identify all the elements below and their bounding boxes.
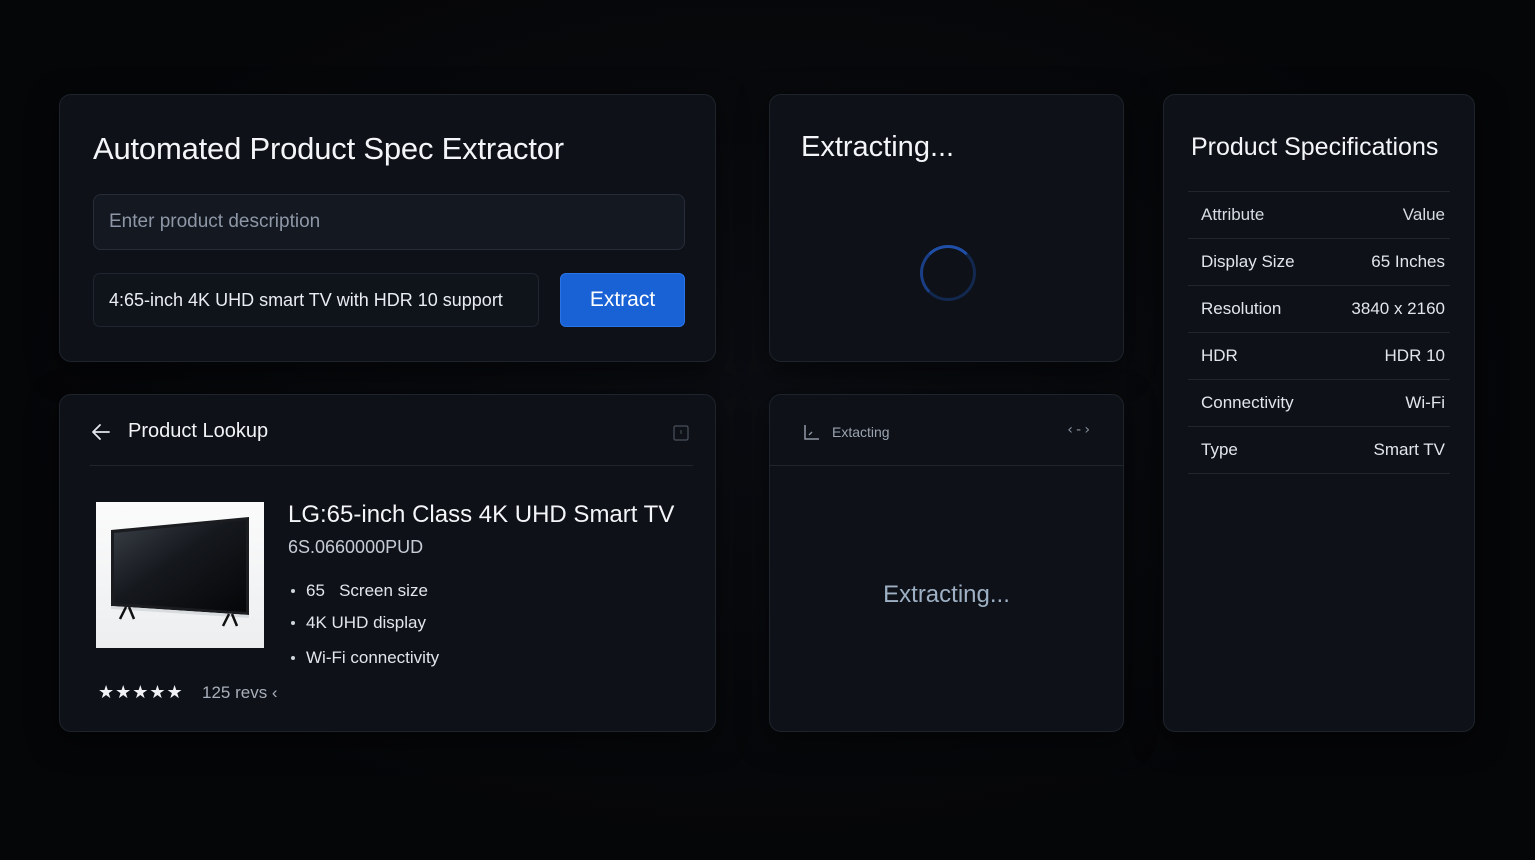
product-image xyxy=(96,502,264,648)
spec-attribute: HDR xyxy=(1201,346,1238,365)
extracting-status: Extracting... xyxy=(883,581,1010,608)
spec-value: HDR 10 xyxy=(1384,346,1445,365)
table-row: Connectivity Wi-Fi xyxy=(1188,379,1450,427)
table-row: Type Smart TV xyxy=(1188,426,1450,474)
table-row: Resolution 3840 x 2160 xyxy=(1188,285,1450,333)
spec-value: Smart TV xyxy=(1373,440,1445,459)
lookup-title: Product Lookup xyxy=(128,420,269,442)
review-count[interactable]: 125 revs ‹ xyxy=(202,683,278,703)
table-row: HDR HDR 10 xyxy=(1188,332,1450,380)
extracting-panel-card: Extacting ‹-› Extracting... xyxy=(769,394,1124,732)
spec-value: Wi-Fi xyxy=(1405,393,1445,412)
specs-header-attribute: Attribute xyxy=(1201,205,1265,224)
divider xyxy=(90,465,693,466)
product-sku: 6S.0660000PUD xyxy=(288,537,424,557)
specs-header-row: Attribute Value xyxy=(1188,191,1450,239)
specs-table: Attribute Value Display Size 65 Inches R… xyxy=(1188,191,1450,474)
arrow-left-icon[interactable] xyxy=(90,421,112,443)
specs-header-value: Value xyxy=(1402,205,1445,224)
spinner-title: Extracting... xyxy=(801,131,955,163)
extract-button[interactable]: Extract xyxy=(560,273,685,327)
code-icon[interactable]: ‹-› xyxy=(1066,422,1091,438)
spec-attribute: Connectivity xyxy=(1201,393,1294,412)
list-item: 65 Screen size xyxy=(288,581,439,613)
spec-value: 65 Inches xyxy=(1371,252,1445,271)
tv-icon xyxy=(111,517,249,627)
product-description-input[interactable] xyxy=(93,194,685,250)
product-specifications-card: Product Specifications Attribute Value D… xyxy=(1163,94,1475,732)
chart-icon xyxy=(804,425,819,440)
divider xyxy=(770,465,1123,466)
product-name: LG:65-inch Class 4K UHD Smart TV xyxy=(288,501,675,528)
app-canvas: Automated Product Spec Extractor Extract… xyxy=(0,0,1535,860)
specs-title: Product Specifications xyxy=(1191,133,1439,161)
product-query-input[interactable] xyxy=(93,273,539,327)
list-item: Wi-Fi connectivity xyxy=(288,648,439,680)
spec-value: 3840 x 2160 xyxy=(1351,299,1445,318)
extracting-header: Extacting ‹-› xyxy=(770,395,1123,466)
table-row: Display Size 65 Inches xyxy=(1188,238,1450,286)
spec-attribute: Type xyxy=(1201,440,1238,459)
feature-list: 65 Screen size 4K UHD display Wi-Fi conn… xyxy=(288,581,439,680)
extractor-title: Automated Product Spec Extractor xyxy=(93,131,564,166)
loading-spinner-icon xyxy=(920,245,976,301)
lookup-header: Product Lookup xyxy=(60,395,715,466)
rating-stars-icon: ★★★★★ xyxy=(98,682,184,702)
extracting-header-label: Extacting xyxy=(832,424,890,440)
spec-attribute: Resolution xyxy=(1201,299,1282,318)
product-lookup-card: Product Lookup LG:65-inch Class 4K UHD S… xyxy=(59,394,716,732)
spec-attribute: Display Size xyxy=(1201,252,1295,271)
list-item: 4K UHD display xyxy=(288,613,439,645)
window-icon[interactable] xyxy=(673,425,689,441)
extractor-card: Automated Product Spec Extractor Extract xyxy=(59,94,716,362)
extracting-spinner-card: Extracting... xyxy=(769,94,1124,362)
